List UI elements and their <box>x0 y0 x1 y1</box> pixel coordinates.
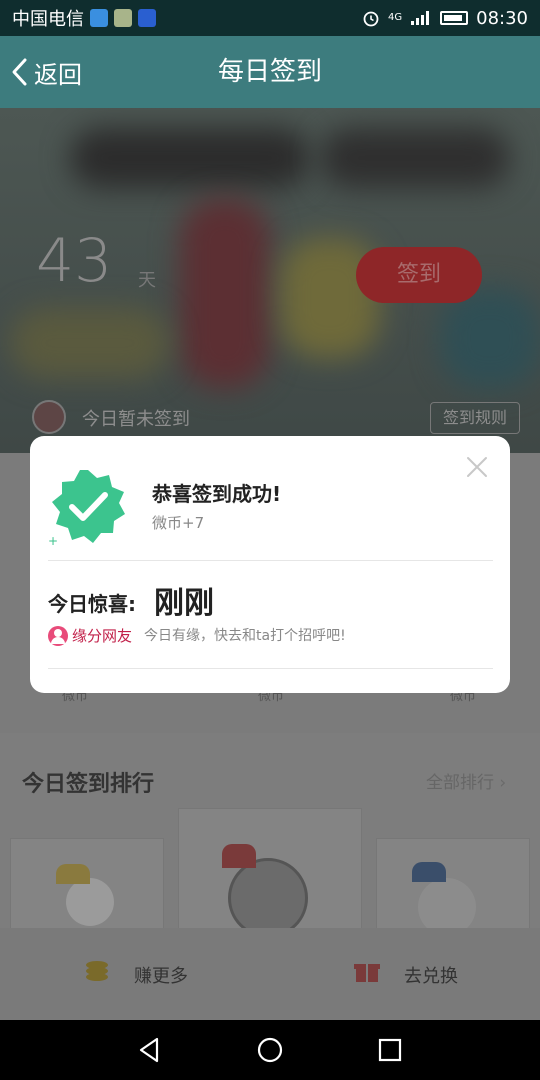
divider <box>48 668 493 669</box>
avatar <box>228 858 308 938</box>
signal-icon <box>411 11 430 25</box>
hero-blur-shape <box>10 308 170 378</box>
checkin-hero: 43 天 签到 今日暂未签到 签到规则 <box>0 108 540 453</box>
surprise-value: 刚刚 <box>154 586 214 621</box>
ranking-all-link[interactable]: 全部排行 › <box>426 768 506 793</box>
network-type: 4G <box>388 12 403 23</box>
carrier-group: 中国电信 <box>12 5 156 31</box>
chevron-right-icon: › <box>499 773 507 793</box>
battery-icon <box>440 11 469 25</box>
status-time: 08:30 <box>476 7 528 29</box>
reward-text: 微币+7 <box>152 514 205 532</box>
match-friend-tag[interactable]: 缘分网友 <box>72 625 132 646</box>
match-friend-text: 今日有缘，快去和ta打个招呼吧! <box>144 628 346 644</box>
hero-blur-shape <box>440 288 540 388</box>
sparkle-icon: + <box>48 534 59 548</box>
hero-blur-shape <box>70 128 310 188</box>
nav-back-icon[interactable] <box>135 1035 165 1065</box>
ranking-title: 今日签到排行 <box>22 772 155 797</box>
gift-icon <box>354 964 380 982</box>
checkin-success-dialog: + 恭喜签到成功! 微币+7 今日惊喜: 刚刚 缘分网友 今日有缘，快去和ta打… <box>30 436 510 693</box>
coins-icon <box>86 961 108 981</box>
crown-icon <box>56 864 90 884</box>
nav-home-icon[interactable] <box>255 1035 285 1065</box>
hero-blur-shape <box>180 198 270 388</box>
user-icon <box>48 626 68 646</box>
header-bar: 返回 每日签到 <box>0 36 540 108</box>
success-check-icon <box>52 470 125 543</box>
divider <box>48 560 493 561</box>
checkin-days-count: 43 <box>36 226 113 296</box>
page-title: 每日签到 <box>217 57 322 87</box>
checkin-days-unit: 天 <box>138 270 156 291</box>
system-navigation-bar <box>0 1020 540 1080</box>
carrier-name: 中国电信 <box>12 9 84 30</box>
status-right: 4G 08:30 <box>362 8 528 29</box>
rules-button[interactable]: 签到规则 <box>430 402 520 434</box>
notes-notification-icon <box>114 9 132 27</box>
unsigned-status: 今日暂未签到 <box>82 409 190 430</box>
alarm-icon <box>363 11 379 27</box>
avatar <box>32 400 66 434</box>
crown-icon <box>412 862 446 882</box>
sign-in-button[interactable]: 签到 <box>356 247 482 303</box>
surprise-label: 今日惊喜: <box>48 592 136 616</box>
exchange-label: 去兑换 <box>404 966 458 987</box>
crown-icon <box>222 844 256 868</box>
close-icon[interactable] <box>466 456 488 478</box>
hero-blur-shape <box>320 128 510 188</box>
avatar <box>66 878 114 926</box>
app-notification-icon <box>90 9 108 27</box>
status-bar: 中国电信 4G 08:30 <box>0 0 540 36</box>
bottom-actions: 赚更多 去兑换 <box>0 928 540 1020</box>
success-title: 恭喜签到成功! <box>152 482 282 506</box>
baidu-notification-icon <box>138 9 156 27</box>
nav-recents-icon[interactable] <box>375 1035 405 1065</box>
ranking-all-label: 全部排行 <box>426 773 494 793</box>
earn-more-label: 赚更多 <box>134 966 188 987</box>
